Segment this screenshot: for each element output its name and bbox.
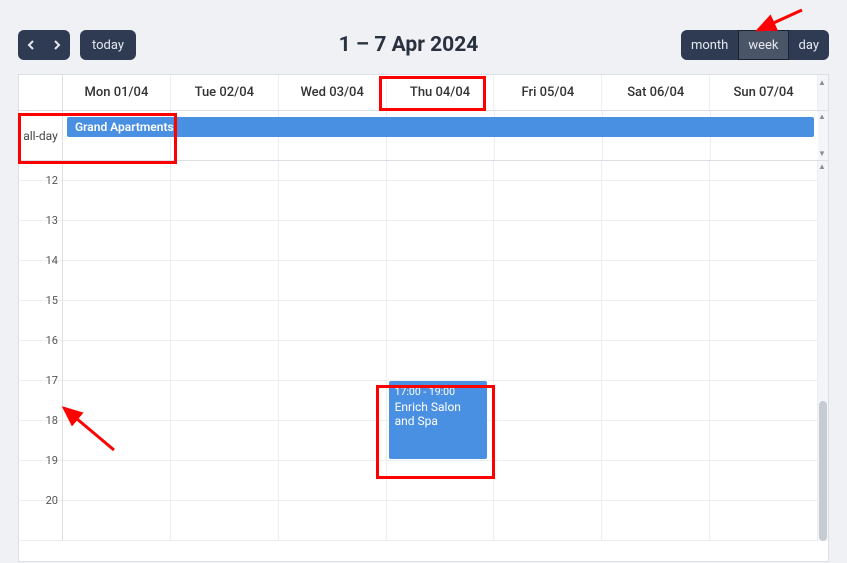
hour-label: 19 — [46, 454, 58, 467]
day-header-row: Mon 01/04 Tue 02/04 Wed 03/04 Thu 04/04 … — [19, 75, 828, 111]
allday-body[interactable]: Grand Apartments — [63, 111, 818, 160]
scroll-down-icon: ▼ — [818, 150, 826, 158]
allday-row: all-day Grand Apartments ▲ ▼ — [19, 111, 828, 161]
allday-event[interactable]: Grand Apartments — [67, 117, 814, 137]
prev-button[interactable] — [18, 30, 44, 60]
hour-label: 17 — [46, 374, 58, 387]
next-button[interactable] — [44, 30, 70, 60]
allday-scroll-gutter: ▲ ▼ — [818, 111, 828, 160]
hour-label: 18 — [46, 414, 58, 427]
hour-label: 12 — [46, 174, 58, 187]
header-gutter — [19, 75, 63, 110]
scroll-up-icon: ▲ — [818, 113, 826, 121]
chevron-right-icon — [53, 40, 61, 50]
event-time: 17:00 - 19:00 — [395, 385, 482, 398]
time-gutter: 12 13 14 15 16 17 18 19 20 — [19, 161, 63, 541]
view-week-button[interactable]: week — [738, 30, 788, 60]
hour-label: 20 — [46, 494, 58, 507]
allday-label: all-day — [19, 111, 63, 160]
day-header-thu[interactable]: Thu 04/04 — [387, 75, 495, 110]
day-header-sun[interactable]: Sun 07/04 — [710, 75, 818, 110]
grid-scrollbar[interactable]: ▲ — [818, 161, 828, 541]
event-title: Enrich Salon and Spa — [395, 400, 461, 428]
today-button[interactable]: today — [80, 30, 136, 60]
calendar-widget: Mon 01/04 Tue 02/04 Wed 03/04 Thu 04/04 … — [18, 74, 829, 562]
header-scroll-gutter: ▲ — [818, 75, 828, 110]
day-body-wed[interactable] — [279, 161, 387, 541]
scroll-up-icon: ▲ — [818, 163, 826, 171]
hour-label: 15 — [46, 294, 58, 307]
day-body-thu[interactable]: 17:00 - 19:00 Enrich Salon and Spa — [387, 161, 495, 541]
timed-event[interactable]: 17:00 - 19:00 Enrich Salon and Spa — [389, 381, 488, 459]
view-month-button[interactable]: month — [681, 30, 738, 60]
hour-label: 14 — [46, 254, 58, 267]
hour-label: 13 — [46, 214, 58, 227]
calendar-toolbar: today 1 – 7 Apr 2024 month week day — [18, 0, 829, 74]
day-body-mon[interactable] — [63, 161, 171, 541]
day-body-sat[interactable] — [602, 161, 710, 541]
day-body-fri[interactable] — [494, 161, 602, 541]
scrollbar-thumb[interactable] — [819, 401, 827, 541]
time-grid: 12 13 14 15 16 17 18 19 20 — [19, 161, 828, 561]
scroll-up-icon: ▲ — [818, 79, 826, 87]
day-header-tue[interactable]: Tue 02/04 — [171, 75, 279, 110]
day-header-sat[interactable]: Sat 06/04 — [602, 75, 710, 110]
view-day-button[interactable]: day — [789, 30, 829, 60]
view-switch: month week day — [681, 30, 829, 60]
day-header-wed[interactable]: Wed 03/04 — [279, 75, 387, 110]
day-header-mon[interactable]: Mon 01/04 — [63, 75, 171, 110]
day-body-tue[interactable] — [171, 161, 279, 541]
hour-label: 16 — [46, 334, 58, 347]
nav-button-group — [18, 30, 70, 60]
day-header-fri[interactable]: Fri 05/04 — [494, 75, 602, 110]
day-body-sun[interactable] — [710, 161, 818, 541]
date-range-title: 1 – 7 Apr 2024 — [339, 33, 479, 57]
chevron-left-icon — [27, 40, 35, 50]
